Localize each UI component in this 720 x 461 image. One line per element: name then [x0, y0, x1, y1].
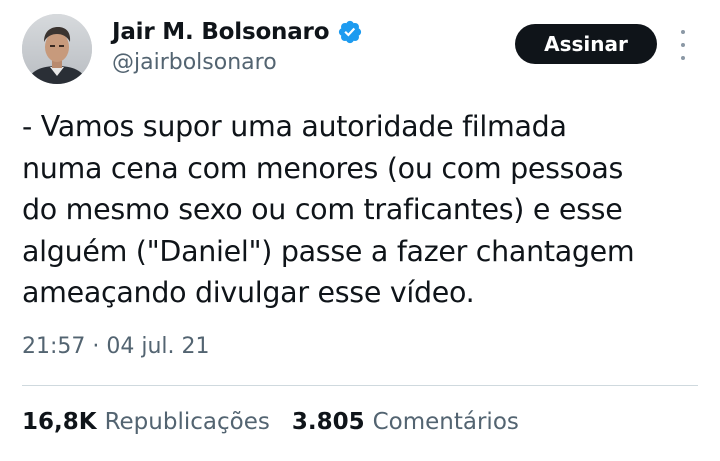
comments-stat[interactable]: 3.805 Comentários — [292, 409, 519, 435]
more-vertical-icon[interactable] — [676, 30, 690, 60]
tweet-text-line: numa cena com menores (ou com pessoas — [22, 151, 624, 185]
reposts-stat[interactable]: 16,8K Republicações — [22, 409, 270, 435]
verified-badge-icon[interactable] — [337, 19, 363, 45]
divider — [22, 385, 698, 386]
dot-icon — [681, 56, 685, 60]
author-display-name[interactable]: Jair M. Bolsonaro — [112, 19, 329, 45]
engagement-stats: 16,8K Republicações 3.805 Comentários — [22, 409, 519, 435]
tweet-text: - Vamos supor uma autoridade filmada num… — [22, 106, 702, 314]
tweet-card: Jair M. Bolsonaro @jairbolsonaro Assinar… — [0, 0, 720, 461]
avatar[interactable] — [22, 14, 92, 84]
dot-icon — [681, 43, 685, 47]
reposts-count: 16,8K — [22, 409, 97, 435]
tweet-text-line: alguém ("Daniel") passe a fazer chantage… — [22, 234, 635, 268]
subscribe-button[interactable]: Assinar — [515, 24, 657, 64]
reposts-label: Republicações — [104, 409, 270, 435]
author-name-row: Jair M. Bolsonaro — [112, 16, 363, 48]
dot-icon — [681, 30, 685, 34]
comments-count: 3.805 — [291, 409, 365, 435]
profile-photo-icon — [22, 14, 92, 84]
tweet-text-line: do mesmo sexo ou com traficantes) e esse — [22, 193, 623, 226]
tweet-timestamp[interactable]: 21:57 · 04 jul. 21 — [22, 334, 210, 359]
comments-label: Comentários — [372, 409, 519, 435]
tweet-text-line: - Vamos supor uma autoridade filmada — [22, 110, 567, 143]
tweet-text-line: ameaçando divulgar esse vídeo. — [22, 276, 475, 309]
author-handle[interactable]: @jairbolsonaro — [112, 50, 277, 75]
